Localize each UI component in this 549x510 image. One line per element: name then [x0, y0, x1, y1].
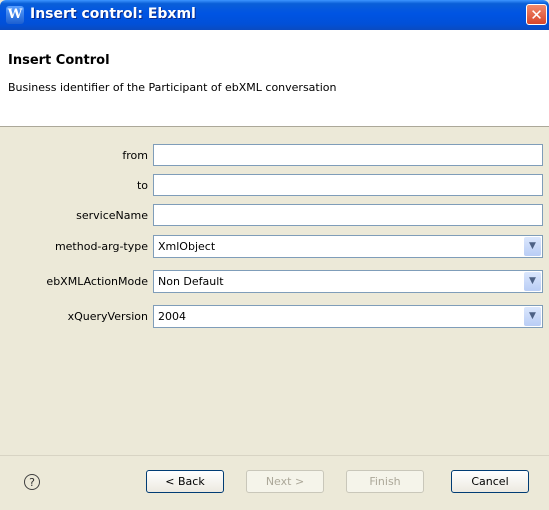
ebxml-action-mode-row: ebXMLActionMode Non Default ▼ — [0, 269, 549, 295]
method-arg-type-label: method-arg-type — [54, 240, 148, 253]
back-button[interactable]: < Back — [146, 470, 224, 493]
service-name-input[interactable] — [153, 204, 543, 226]
title-bar[interactable]: W Insert control: Ebxml ✕ — [0, 0, 549, 30]
app-icon: W — [6, 6, 24, 24]
chevron-down-icon[interactable]: ▼ — [524, 307, 541, 326]
help-icon[interactable]: ? — [24, 474, 40, 490]
method-arg-type-row: method-arg-type XmlObject ▼ — [0, 234, 549, 260]
next-button[interactable]: Next > — [246, 470, 324, 493]
xquery-version-row: xQueryVersion 2004 ▼ — [0, 304, 549, 330]
header-title: Insert Control — [8, 53, 110, 68]
xquery-version-label: xQueryVersion — [67, 310, 148, 323]
xquery-version-select[interactable]: 2004 ▼ — [153, 305, 543, 328]
cancel-button[interactable]: Cancel — [451, 470, 529, 493]
from-label: from — [122, 149, 148, 162]
ebxml-action-mode-value: Non Default — [158, 275, 224, 288]
xquery-version-value: 2004 — [158, 310, 186, 323]
finish-button[interactable]: Finish — [346, 470, 424, 493]
from-input[interactable] — [153, 144, 543, 166]
from-row: from — [0, 143, 549, 169]
wizard-header: Insert Control Business identifier of th… — [0, 30, 549, 127]
to-row: to — [0, 173, 549, 199]
ebxml-action-mode-label: ebXMLActionMode — [46, 275, 148, 288]
window-title: Insert control: Ebxml — [30, 6, 196, 22]
service-name-label: serviceName — [76, 209, 148, 222]
chevron-down-icon[interactable]: ▼ — [524, 272, 541, 291]
to-label: to — [136, 179, 148, 192]
chevron-down-icon[interactable]: ▼ — [524, 237, 541, 256]
header-description: Business identifier of the Participant o… — [8, 81, 337, 94]
footer-divider — [0, 455, 549, 456]
to-input[interactable] — [153, 174, 543, 196]
method-arg-type-value: XmlObject — [158, 240, 216, 253]
close-button[interactable]: ✕ — [526, 4, 547, 25]
method-arg-type-select[interactable]: XmlObject ▼ — [153, 235, 543, 258]
insert-control-dialog: W Insert control: Ebxml ✕ Insert Control… — [0, 0, 549, 510]
service-name-row: serviceName — [0, 203, 549, 229]
ebxml-action-mode-select[interactable]: Non Default ▼ — [153, 270, 543, 293]
